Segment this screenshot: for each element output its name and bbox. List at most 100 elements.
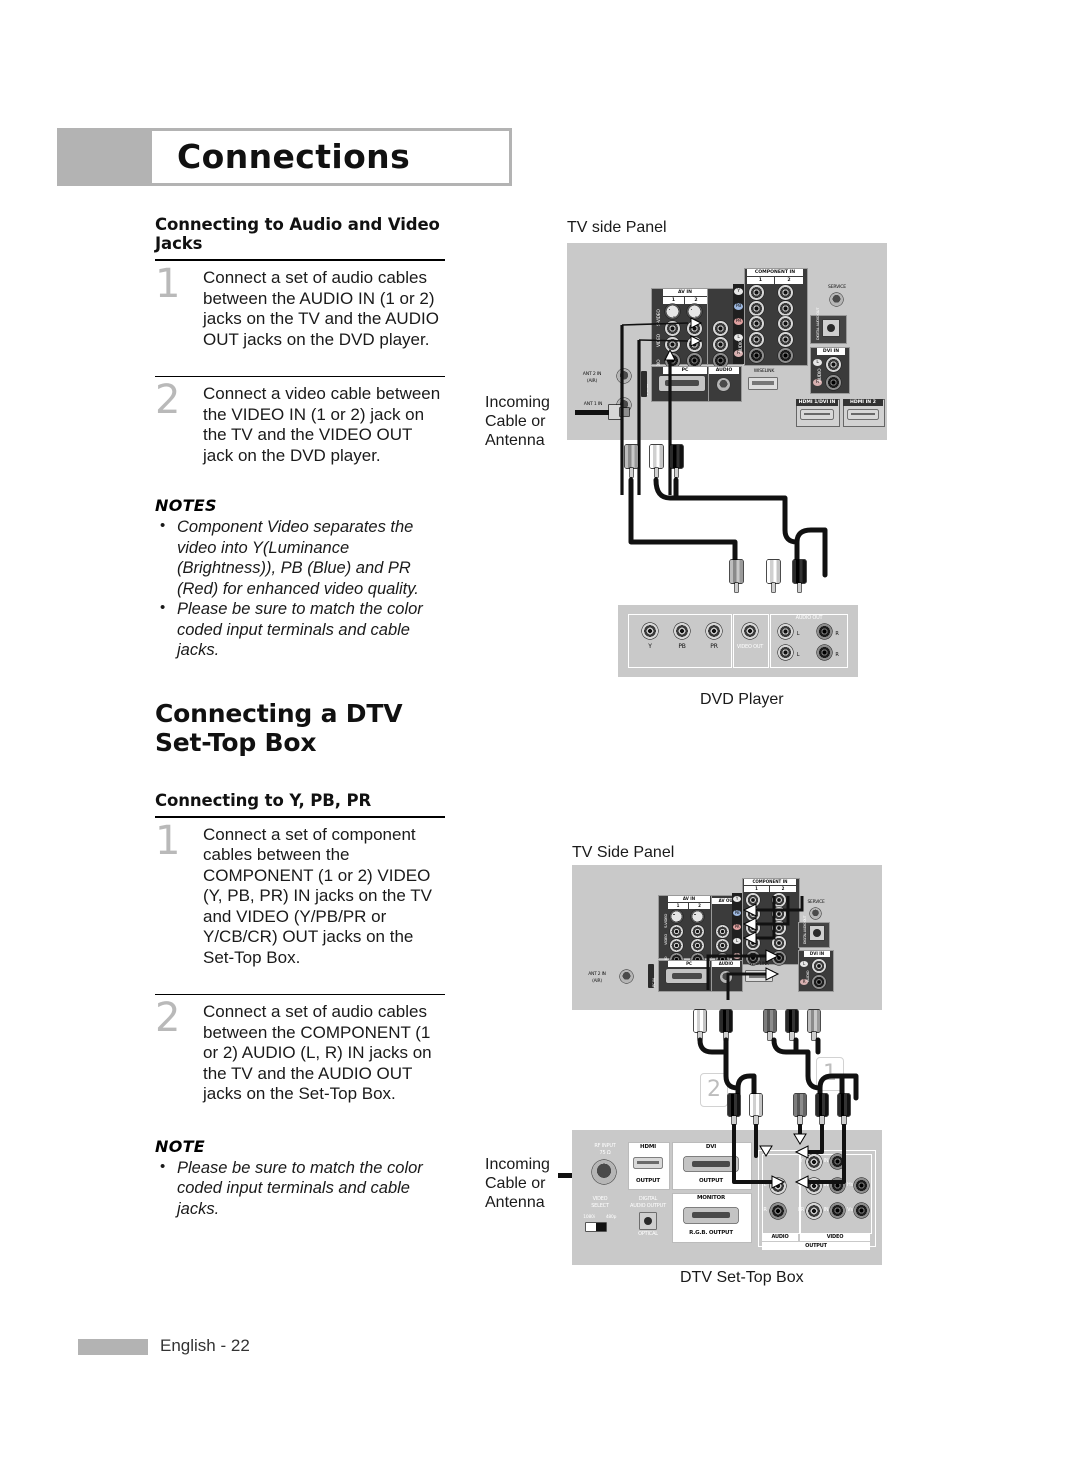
section1-step-2: 2 Connect a video cable between the VIDE…	[155, 380, 445, 466]
plug-stb-audio-r-bottom	[728, 1094, 740, 1124]
stb-output-label: OUTPUT	[762, 1242, 870, 1250]
left-content-column: Connecting to Audio and Video Jacks 1 Co…	[155, 215, 445, 1219]
plug-stb-pb-bottom	[816, 1094, 828, 1124]
stb-audio-r-jack	[770, 1203, 786, 1219]
section1-step-divider	[155, 376, 445, 377]
digital-audio-output-label-1: DIGITAL	[638, 1196, 658, 1202]
d2-ant2-jack	[620, 970, 633, 983]
stb-in-pr-jack	[830, 1203, 845, 1218]
d2-av-in-label: AV IN	[668, 896, 710, 902]
dvd-video-out-label: VIDEO OUT	[736, 644, 764, 650]
stb-audio-r-label: R	[763, 1207, 767, 1213]
stb-hdmi-label: HDMI	[640, 1144, 656, 1150]
d2-video-in-2-jack	[691, 925, 704, 938]
section2-heading: Connecting a DTV Set-Top Box	[155, 698, 403, 757]
dvd-y-jack	[642, 623, 658, 639]
digital-audio-output-label-2: AUDIO OUTPUT	[630, 1203, 666, 1209]
section2-sub-heading: Connecting to Y, PB, PR	[155, 790, 372, 810]
stb-vs-jack	[854, 1203, 869, 1218]
video-select-switch[interactable]	[586, 1223, 606, 1231]
stb-monitor-port	[684, 1208, 738, 1223]
video-select-label-1: VIDEO	[592, 1196, 608, 1202]
plug-dvd-video	[730, 560, 743, 592]
stb-audio-label: AUDIO	[762, 1233, 798, 1241]
stb-vs-label: Vs	[847, 1207, 853, 1213]
diagram2-audio-arrows	[706, 949, 780, 1000]
component-1-label: 1	[747, 277, 774, 284]
dvd-y-label: Y	[648, 643, 652, 650]
plug-stb-y-bottom	[794, 1094, 806, 1124]
step-text: Connect a set of audio cables between th…	[203, 1002, 432, 1103]
section2-step-divider	[155, 994, 445, 995]
dvd-audio-out-l-jack-top	[778, 624, 793, 639]
diagram1-incoming-label: Incoming Cable or Antenna	[485, 394, 550, 449]
plug-stb-pr-bottom	[838, 1094, 850, 1124]
section2-step-1: 1 Connect a set of component cables betw…	[155, 821, 445, 969]
dvd-audio-l-label: L	[796, 631, 800, 637]
page-header: Connections	[57, 128, 512, 186]
page-footer: English - 22	[78, 1336, 478, 1360]
section1-step-1: 1 Connect a set of audio cables between …	[155, 264, 445, 350]
dvd-audio-out-group	[770, 614, 848, 668]
res-1080i-label: 1080i	[583, 1215, 595, 1220]
d2-video-in-1-jack	[670, 925, 683, 938]
stb-hdmi-port	[634, 1158, 662, 1168]
d2-av-in-2-label: 2	[689, 903, 710, 909]
rf-input-label: RF INPUT	[594, 1143, 616, 1149]
stb-optical-port	[640, 1213, 656, 1229]
section2-note-title: NOTE	[155, 1136, 206, 1156]
res-480p-label: 480p	[605, 1215, 617, 1220]
section2-note-item: Please be sure to match the color coded …	[155, 1157, 445, 1220]
plug-dvd-audio-left	[767, 560, 780, 592]
d2-ant2-sub-label: (AIR)	[592, 979, 602, 984]
diagram2-stb-cable-routing	[732, 1124, 846, 1189]
d2-component-in-label: COMPONENT IN	[744, 879, 796, 885]
d2-av-in-1-label: 1	[668, 903, 688, 909]
plug-stb-audio-l-bottom	[750, 1094, 762, 1124]
section2-step-2: 2 Connect a set of audio cables between …	[155, 998, 445, 1105]
plug-dvd-audio-right	[793, 560, 806, 592]
d2-ant2-label: ANT 2 IN	[588, 972, 606, 977]
dvd-audio-r-label-2: R	[835, 652, 839, 658]
step-number: 1	[155, 817, 181, 864]
step-number: 2	[155, 995, 181, 1041]
rf-input-jack	[592, 1160, 616, 1184]
diagram1-caption-bottom: DVD Player	[700, 691, 784, 708]
d2-s-video-jack-1	[670, 910, 683, 923]
dvd-pb-jack	[674, 623, 690, 639]
diagram1-plug-set-dvd	[730, 560, 850, 600]
dvd-pr-label: PR	[710, 643, 718, 650]
section1-notes-title: NOTES	[155, 496, 217, 515]
d2-s-video-label: S-VIDEO	[663, 913, 668, 928]
step-number: 1	[155, 261, 181, 307]
rf-ohm-label: 75 Ω	[599, 1150, 611, 1156]
dvd-audio-out-l-jack-bottom	[778, 645, 793, 660]
d2-s-video-jack-2	[691, 910, 704, 923]
stb-hdmi-output-label: OUTPUT	[636, 1178, 660, 1184]
d2-video-label: VIDEO	[663, 933, 668, 945]
page-title: Connections	[177, 137, 411, 176]
dvd-audio-out-label: AUDIO OUT	[795, 615, 823, 621]
footer-grey-bar	[78, 1339, 148, 1355]
diagram2-incoming-label: Incoming Cable or Antenna	[485, 1156, 550, 1211]
manual-page: Connections Connecting to Audio and Vide…	[0, 0, 1080, 1473]
section2-heading-rule	[155, 815, 445, 818]
diagram2-caption-bottom: DTV Set-Top Box	[680, 1269, 804, 1286]
dvd-pr-jack	[706, 623, 722, 639]
section1-heading: Connecting to Audio and Video Jacks	[155, 215, 440, 253]
d2-video-out-jack	[716, 925, 729, 938]
dvd-audio-out-r-jack-bottom	[817, 645, 832, 660]
step-text: Connect a set of audio cables between th…	[203, 268, 439, 349]
component-in-label: COMPONENT IN	[747, 269, 803, 276]
dvd-video-out-jack	[742, 623, 758, 639]
step-number: 2	[155, 377, 181, 423]
section1-heading-rule	[155, 259, 445, 261]
dvd-audio-l-label-2: L	[796, 652, 800, 658]
diagram1-dvd-panel: Y PB PR VIDEO OUT AUDIO OUT L R L R	[618, 605, 858, 677]
stb-video-label: VIDEO	[800, 1233, 870, 1241]
footer-page-label: English - 22	[160, 1336, 250, 1355]
d2-pc-in-label: PC IN	[652, 978, 656, 987]
stb-pr-label: PR	[797, 1207, 805, 1213]
dvd-audio-r-label: R	[835, 631, 839, 637]
dvd-audio-out-r-jack-top	[817, 624, 832, 639]
